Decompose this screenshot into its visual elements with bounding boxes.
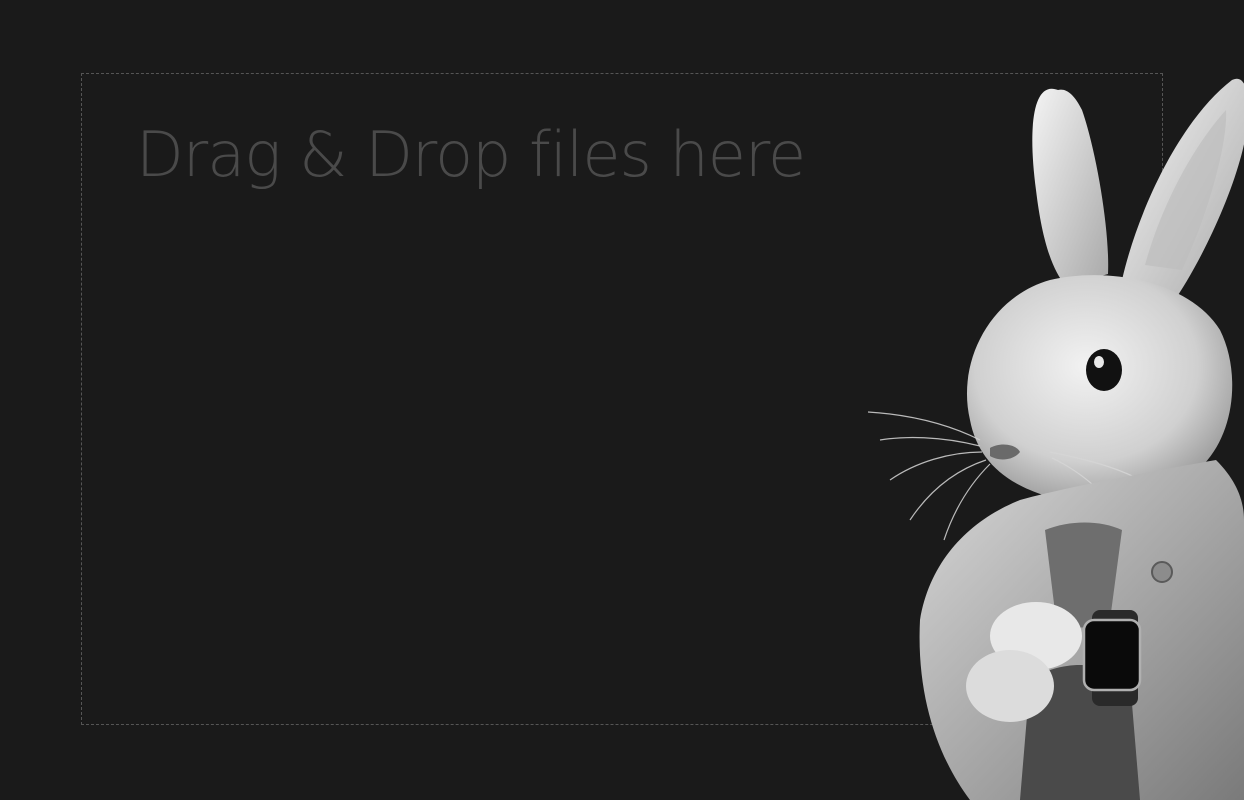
app-window: Drag & Drop files here: [0, 0, 1244, 800]
drop-zone-label: Drag & Drop files here: [136, 118, 806, 191]
rabbit-illustration-icon: [860, 60, 1244, 800]
